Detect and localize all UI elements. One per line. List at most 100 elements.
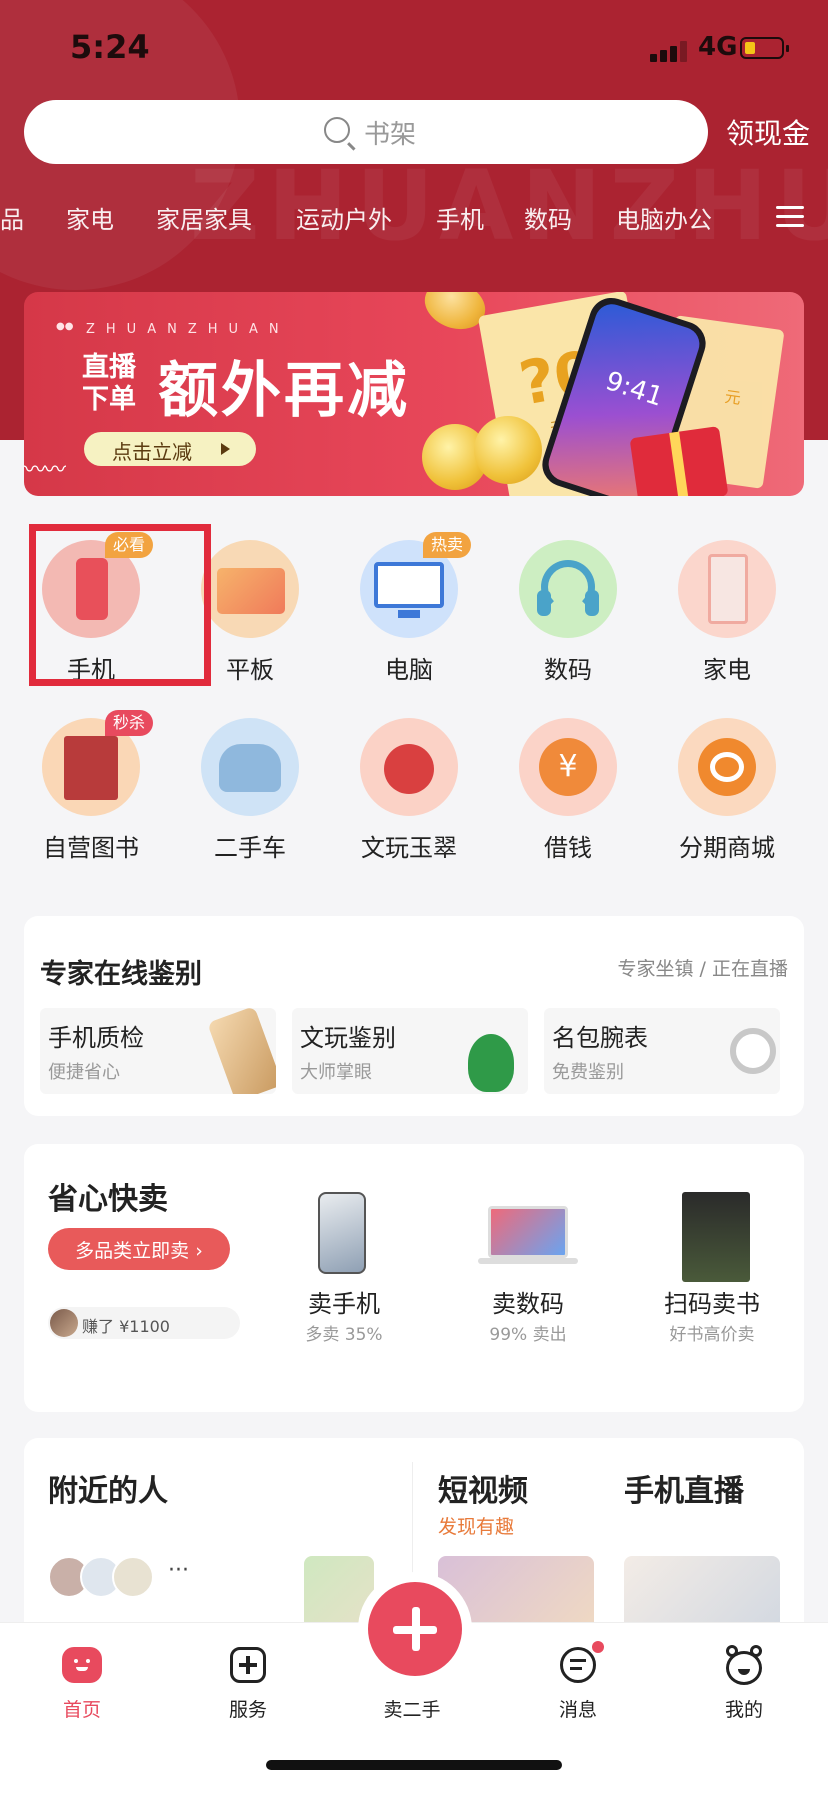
grid-label: 家电 bbox=[703, 656, 751, 684]
category-item[interactable]: 电脑办公 bbox=[616, 200, 712, 235]
tab-service[interactable]: 服务 bbox=[198, 1645, 298, 1735]
grid-label: 二手车 bbox=[214, 834, 286, 862]
grid-antiques[interactable]: 文玩玉翠 bbox=[339, 718, 479, 878]
headphones-icon bbox=[519, 540, 617, 638]
grid-label: 文玩玉翠 bbox=[361, 834, 457, 862]
expert-item-title: 文玩鉴别 bbox=[300, 1024, 396, 1052]
plus-square-icon bbox=[228, 1645, 268, 1685]
expert-item-sub: 便捷省心 bbox=[48, 1062, 120, 1083]
category-item[interactable]: 手机 bbox=[436, 200, 484, 235]
tab-message[interactable]: 消息 bbox=[528, 1641, 628, 1735]
jade-icon bbox=[360, 718, 458, 816]
watch-image bbox=[730, 1028, 776, 1074]
phone-image bbox=[207, 1008, 276, 1094]
grid-loan[interactable]: ¥ 借钱 bbox=[498, 718, 638, 878]
sell-books[interactable]: 扫码卖书 好书高价卖 bbox=[632, 1192, 792, 1352]
short-video-subtitle: 发现有趣 bbox=[438, 1516, 515, 1538]
tab-label: 卖二手 bbox=[383, 1699, 441, 1721]
home-icon bbox=[62, 1645, 102, 1685]
grid-books[interactable]: 秒杀 自营图书 bbox=[21, 710, 161, 878]
expert-item[interactable]: 手机质检 便捷省心 bbox=[40, 1008, 276, 1094]
sell-fab-button[interactable] bbox=[368, 1582, 462, 1676]
sell-item-note: 99% 卖出 bbox=[489, 1325, 567, 1345]
laptop-image bbox=[488, 1206, 568, 1258]
earned-ticker: 赚了 ¥1100 bbox=[48, 1307, 240, 1339]
avatar bbox=[112, 1556, 154, 1598]
home-indicator bbox=[266, 1760, 562, 1770]
wave-decoration: 〰〰 bbox=[24, 458, 66, 483]
search-icon bbox=[324, 117, 350, 143]
earned-text: 赚了 ¥1100 bbox=[82, 1317, 170, 1336]
expert-item-sub: 免费鉴别 bbox=[552, 1062, 624, 1083]
grid-appliance[interactable]: 家电 bbox=[657, 540, 797, 700]
quick-sell-title: 省心快卖 bbox=[48, 1182, 168, 1217]
sell-digital[interactable]: 卖数码 99% 卖出 bbox=[448, 1192, 608, 1352]
banner-live-tag: 直播下单 bbox=[82, 352, 136, 415]
banner-cta-label: 点击立减 bbox=[112, 440, 192, 464]
short-video-title[interactable]: 短视频 bbox=[438, 1466, 528, 1510]
grid-used-car[interactable]: 二手车 bbox=[180, 718, 320, 878]
sell-item-note: 好书高价卖 bbox=[669, 1325, 755, 1345]
grid-digital[interactable]: 数码 bbox=[498, 540, 638, 700]
quick-sell-card: 省心快卖 多品类立即卖 › 赚了 ¥1100 卖手机 多卖 35% 卖数码 99… bbox=[24, 1144, 804, 1412]
tab-label: 消息 bbox=[558, 1699, 597, 1721]
avatar bbox=[50, 1309, 78, 1337]
banner-brand: ZHUANZHUAN bbox=[56, 321, 290, 337]
expert-item-sub: 大师掌眼 bbox=[300, 1062, 372, 1083]
expert-item[interactable]: 文玩鉴别 大师掌眼 bbox=[292, 1008, 528, 1094]
highlight-box bbox=[29, 524, 211, 686]
network-label: 4G bbox=[698, 32, 738, 62]
nearby-title[interactable]: 附近的人 bbox=[48, 1466, 168, 1510]
installment-icon bbox=[678, 718, 776, 816]
claim-cash-link[interactable]: 领现金 bbox=[726, 112, 810, 152]
expert-item[interactable]: 名包腕表 免费鉴别 bbox=[544, 1008, 780, 1094]
more-dots: ··· bbox=[168, 1558, 189, 1583]
sell-now-button[interactable]: 多品类立即卖 › bbox=[48, 1228, 230, 1270]
sell-item-name: 卖数码 bbox=[492, 1290, 564, 1318]
live-title[interactable]: 手机直播 bbox=[624, 1466, 744, 1510]
search-bar[interactable]: 书架 bbox=[24, 100, 708, 164]
expert-subtitle[interactable]: 专家坐镇 / 正在直播 bbox=[618, 954, 788, 981]
grid-label: 数码 bbox=[544, 656, 592, 684]
gift-icon bbox=[629, 426, 729, 496]
search-placeholder: 书架 bbox=[364, 120, 417, 150]
grid-installment[interactable]: 分期商城 bbox=[657, 718, 797, 878]
sell-item-name: 扫码卖书 bbox=[664, 1290, 760, 1318]
banner-headline: 额外再减 bbox=[158, 356, 410, 426]
expert-title: 专家在线鉴别 bbox=[40, 959, 202, 990]
grid-computer[interactable]: 热卖 电脑 bbox=[339, 532, 479, 700]
menu-icon[interactable] bbox=[776, 206, 804, 228]
tab-home[interactable]: 首页 bbox=[32, 1645, 132, 1735]
promo-banner[interactable]: ZHUANZHUAN 直播下单 额外再减 点击立减 〰〰 ?0 元 无门槛 元 … bbox=[24, 292, 804, 496]
category-nav: 品 家电 家居家具 运动户外 手机 数码 电脑办公 bbox=[0, 200, 828, 244]
category-item[interactable]: 运动户外 bbox=[296, 200, 392, 235]
badge-flash-sale: 秒杀 bbox=[104, 710, 153, 736]
signal-icon bbox=[650, 40, 694, 62]
phone-clock: 9:41 bbox=[601, 366, 667, 413]
jade-image bbox=[468, 1034, 514, 1092]
category-item[interactable]: 家电 bbox=[66, 200, 114, 235]
banner-cta-button[interactable]: 点击立减 bbox=[84, 432, 256, 466]
tab-label: 我的 bbox=[724, 1699, 763, 1721]
expert-item-title: 手机质检 bbox=[48, 1024, 144, 1052]
tab-label: 服务 bbox=[228, 1699, 267, 1721]
sell-now-label: 多品类立即卖 › bbox=[75, 1240, 203, 1262]
badge-hot: 热卖 bbox=[422, 532, 471, 558]
car-icon bbox=[201, 718, 299, 816]
grid-label: 分期商城 bbox=[679, 834, 775, 862]
coupon-unit: 元 bbox=[723, 386, 743, 408]
grid-label: 自营图书 bbox=[43, 834, 139, 862]
category-item[interactable]: 数码 bbox=[524, 200, 572, 235]
message-icon bbox=[558, 1641, 604, 1685]
tab-mine[interactable]: 我的 bbox=[694, 1645, 794, 1735]
sell-phone[interactable]: 卖手机 多卖 35% bbox=[264, 1192, 424, 1352]
phone-image bbox=[318, 1192, 366, 1274]
category-item[interactable]: 家居家具 bbox=[156, 200, 252, 235]
category-item[interactable]: 品 bbox=[0, 200, 24, 235]
expert-item-title: 名包腕表 bbox=[552, 1024, 648, 1052]
tablet-icon bbox=[201, 540, 299, 638]
bear-icon bbox=[724, 1645, 764, 1685]
grid-label: 借钱 bbox=[544, 834, 592, 862]
status-time: 5:24 bbox=[70, 28, 150, 66]
expert-card: 专家在线鉴别 专家坐镇 / 正在直播 手机质检 便捷省心 文玩鉴别 大师掌眼 名… bbox=[24, 916, 804, 1116]
